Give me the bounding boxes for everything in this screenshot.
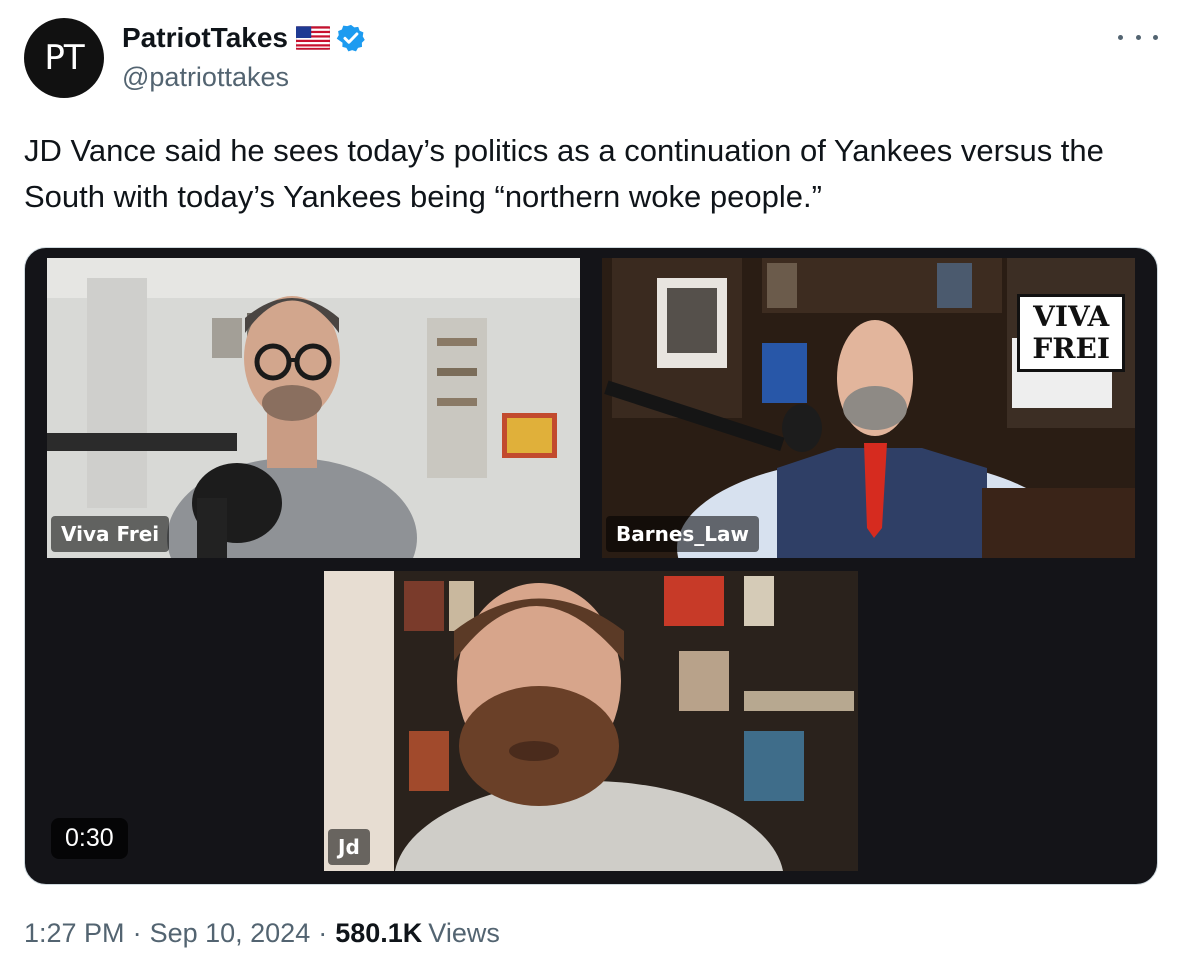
author-name-row: PatriotTakes	[122, 20, 366, 56]
participant-label: Jd	[328, 829, 370, 865]
views-count: 580.1K	[335, 918, 423, 948]
video-tile-jd: Jd	[324, 571, 858, 871]
author-handle[interactable]: @patriottakes	[122, 62, 289, 93]
views-label: Views	[428, 918, 500, 948]
meta-separator: ·	[132, 918, 142, 948]
watermark-line-1: VIVA	[1033, 300, 1110, 333]
avatar-initials: PT	[44, 38, 84, 78]
tweet-date[interactable]: Sep 10, 2024	[150, 918, 311, 949]
tweet-time[interactable]: 1:27 PM	[24, 918, 125, 949]
watermark-line-2: FREI	[1032, 332, 1110, 365]
more-options-icon[interactable]	[1118, 26, 1158, 48]
video-duration-badge: 0:30	[51, 818, 128, 859]
video-player[interactable]: Viva Frei VIVA FREI Barnes_Law Jd 0:30	[24, 247, 1158, 885]
meta-separator: ·	[318, 918, 328, 948]
viva-frei-watermark: VIVA FREI	[1017, 294, 1125, 372]
participant-video-frame	[47, 258, 580, 558]
participant-label: Viva Frei	[51, 516, 170, 552]
tweet-meta: 1:27 PM · Sep 10, 2024 · 580.1K Views	[24, 918, 500, 949]
us-flag-icon	[296, 26, 330, 50]
video-tile-viva-frei: Viva Frei	[47, 258, 580, 558]
tweet-text: JD Vance said he sees today’s politics a…	[24, 133, 1104, 214]
participant-video-frame	[324, 571, 858, 871]
display-name[interactable]: PatriotTakes	[122, 22, 288, 54]
verified-badge-icon[interactable]	[336, 23, 366, 53]
avatar[interactable]: PT	[24, 18, 104, 98]
participant-label: Barnes_Law	[606, 516, 760, 552]
video-tile-barnes-law: VIVA FREI Barnes_Law	[602, 258, 1135, 558]
